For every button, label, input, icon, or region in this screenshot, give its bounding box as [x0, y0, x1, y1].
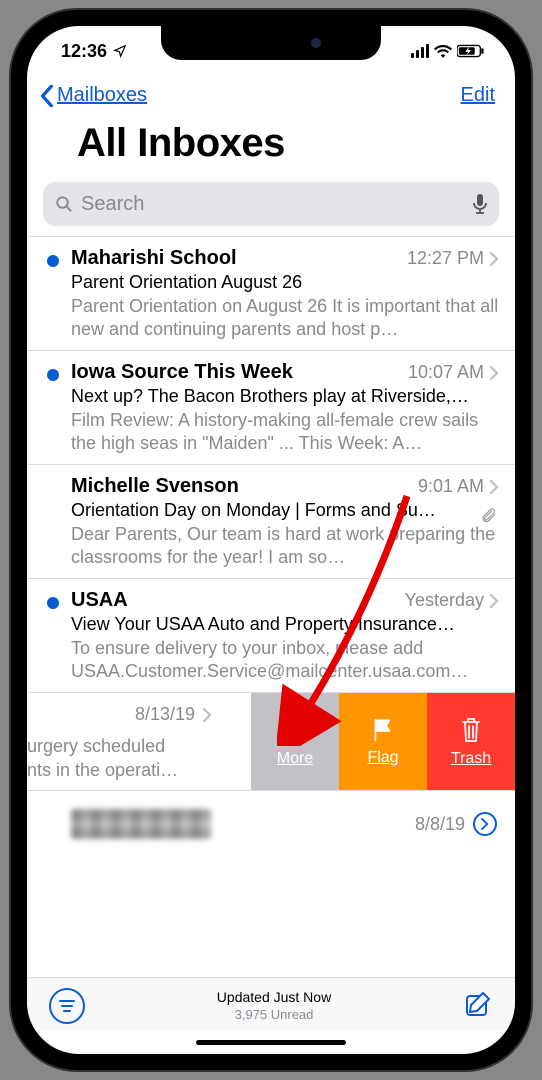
email-row[interactable]: Iowa Source This Week 10:07 AM Next up? … — [27, 350, 515, 464]
disclosure-icon[interactable] — [473, 812, 497, 836]
swipe-action-trash[interactable]: Trash — [427, 693, 515, 790]
preview: urgery scheduled — [27, 735, 241, 758]
home-indicator[interactable] — [27, 1030, 515, 1054]
subject: Next up? The Bacon Brothers play at Rive… — [71, 386, 499, 407]
email-row[interactable]: Michelle Svenson 9:01 AM Orientation Day… — [27, 464, 515, 578]
timestamp: 8/13/19 — [135, 703, 195, 726]
redacted-content — [71, 809, 211, 839]
attachment-icon — [481, 507, 497, 528]
compose-button[interactable] — [463, 989, 493, 1024]
compose-icon — [463, 989, 493, 1019]
cellular-icon — [411, 44, 429, 58]
swipe-action-label: More — [277, 750, 313, 768]
dictation-icon[interactable] — [473, 194, 487, 214]
chevron-right-icon — [490, 480, 499, 494]
trash-icon — [459, 716, 483, 744]
chevron-right-icon — [490, 366, 499, 380]
subject: View Your USAA Auto and Property Insuran… — [71, 614, 499, 635]
timestamp: 10:07 AM — [408, 362, 484, 383]
filter-icon — [58, 999, 76, 1013]
search-placeholder: Search — [81, 193, 465, 216]
location-icon — [113, 44, 127, 58]
email-row[interactable]: Maharishi School 12:27 PM Parent Orienta… — [27, 236, 515, 350]
timestamp: 12:27 PM — [407, 248, 484, 269]
unread-dot-icon — [47, 597, 59, 609]
flag-icon — [370, 717, 396, 743]
chevron-right-icon — [490, 252, 499, 266]
clock: 12:36 — [61, 41, 107, 62]
wifi-icon — [434, 44, 452, 58]
preview: To ensure delivery to your inbox, please… — [71, 637, 499, 682]
page-title: All Inboxes — [27, 107, 515, 176]
preview: Film Review: A history-making all-female… — [71, 409, 499, 454]
back-label: Mailboxes — [57, 84, 147, 107]
sender: Iowa Source This Week — [71, 361, 408, 384]
bottom-toolbar: Updated Just Now 3,975 Unread — [27, 977, 515, 1030]
search-icon — [55, 195, 73, 213]
battery-icon — [457, 44, 485, 58]
filter-button[interactable] — [49, 988, 85, 1024]
unread-count: 3,975 Unread — [217, 1007, 331, 1024]
unread-dot-icon — [47, 255, 59, 267]
more-icon — [281, 716, 309, 744]
preview: Parent Orientation on August 26 It is im… — [71, 295, 499, 340]
swipe-action-label: Flag — [367, 749, 398, 767]
chevron-right-icon — [490, 594, 499, 608]
subject: Parent Orientation August 26 — [71, 272, 499, 293]
swipe-action-flag[interactable]: Flag — [339, 693, 427, 790]
subject: Orientation Day on Monday | Forms and Su… — [71, 500, 499, 521]
sender: USAA — [71, 589, 405, 612]
unread-dot-icon — [47, 369, 59, 381]
sender: Maharishi School — [71, 247, 407, 270]
chevron-right-icon — [203, 708, 212, 722]
edit-button[interactable]: Edit — [461, 84, 495, 107]
email-row[interactable]: USAA Yesterday View Your USAA Auto and P… — [27, 578, 515, 692]
sync-status: Updated Just Now — [217, 988, 331, 1006]
timestamp: 9:01 AM — [418, 476, 484, 497]
preview: nts in the operati… — [27, 759, 241, 782]
swipe-action-more[interactable]: More — [251, 693, 339, 790]
email-list[interactable]: Maharishi School 12:27 PM Parent Orienta… — [27, 236, 515, 977]
search-field[interactable]: Search — [43, 182, 499, 226]
swipe-action-label: Trash — [451, 750, 491, 768]
timestamp: Yesterday — [405, 590, 484, 611]
sender: Michelle Svenson — [71, 475, 418, 498]
timestamp: 8/8/19 — [415, 814, 465, 835]
back-button[interactable]: Mailboxes — [39, 84, 147, 107]
email-row-swiped[interactable]: 8/13/19 urgery scheduled nts in the oper… — [27, 692, 515, 790]
chevron-left-icon — [39, 85, 55, 107]
preview: Dear Parents, Our team is hard at work p… — [71, 523, 499, 568]
email-row-redacted[interactable]: 8/8/19 — [27, 790, 515, 857]
nav-bar: Mailboxes Edit — [27, 76, 515, 107]
